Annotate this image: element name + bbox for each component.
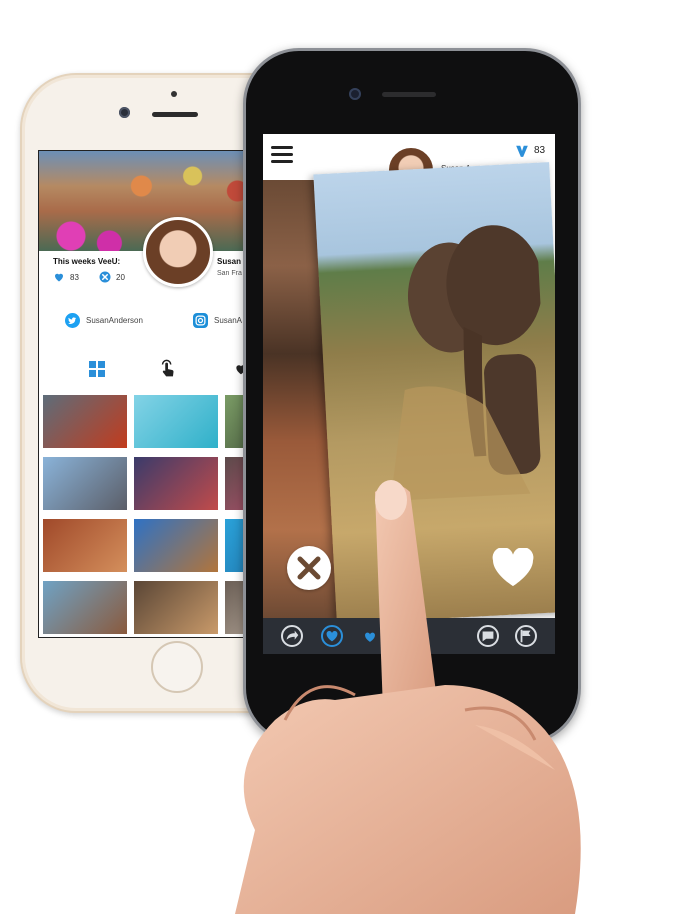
dislikes-count: 20 bbox=[116, 272, 125, 282]
beach-photo[interactable] bbox=[134, 395, 218, 448]
weekly-stats-label: This weeks VeeU: bbox=[53, 257, 121, 266]
buffet-photo[interactable] bbox=[134, 581, 218, 634]
twitter-icon bbox=[65, 313, 80, 328]
earpiece-speaker bbox=[152, 112, 198, 117]
dislikes-stat: 20 bbox=[99, 271, 125, 283]
veeu-logo-icon bbox=[516, 145, 528, 157]
profile-user-location: San Fra bbox=[217, 270, 242, 277]
twitter-link[interactable]: SusanAnderson bbox=[65, 313, 143, 328]
city-bridge-photo[interactable] bbox=[43, 457, 127, 510]
grid-view-icon[interactable] bbox=[89, 361, 105, 377]
elephant-photo bbox=[390, 225, 543, 501]
pointing-hand-image bbox=[235, 480, 581, 914]
x-circle-icon bbox=[99, 271, 111, 283]
profile-avatar[interactable] bbox=[143, 217, 213, 287]
home-button[interactable] bbox=[151, 641, 203, 693]
likes-stat: 83 bbox=[53, 271, 79, 283]
canal-night-photo[interactable] bbox=[134, 457, 218, 510]
points-count: 83 bbox=[534, 145, 546, 156]
twitter-handle: SusanAnderson bbox=[86, 316, 143, 325]
front-camera bbox=[349, 88, 361, 100]
market-photo[interactable] bbox=[43, 395, 127, 448]
likes-count: 83 bbox=[70, 272, 79, 282]
heart-icon bbox=[55, 273, 63, 282]
instagram-icon bbox=[193, 313, 208, 328]
earpiece-speaker bbox=[382, 92, 436, 97]
menu-icon[interactable] bbox=[271, 146, 293, 164]
monument-photo[interactable] bbox=[134, 519, 218, 572]
salad-photo[interactable] bbox=[43, 519, 127, 572]
profile-user-name: Susan bbox=[217, 257, 242, 266]
instagram-handle: SusanA bbox=[214, 316, 243, 325]
front-camera bbox=[119, 107, 130, 118]
touch-gesture-icon[interactable] bbox=[157, 359, 179, 381]
couple-photo[interactable] bbox=[43, 581, 127, 634]
instagram-link[interactable]: SusanA bbox=[193, 313, 242, 328]
proximity-sensor bbox=[171, 91, 177, 97]
